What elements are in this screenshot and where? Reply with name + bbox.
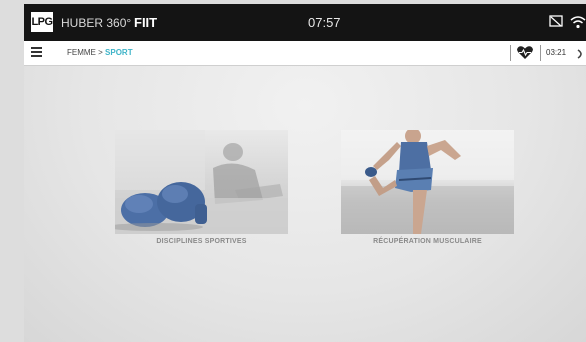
tile-label: RÉCUPÉRATION MUSCULAIRE [373,238,482,245]
tile-recuperation-musculaire[interactable]: RÉCUPÉRATION MUSCULAIRE [341,130,514,250]
breadcrumb-parent[interactable]: FEMME [67,48,96,57]
clock: 07:57 [308,15,341,30]
heart-icon[interactable] [516,45,534,65]
breadcrumb: FEMME > SPORT [67,48,133,57]
breadcrumb-separator: > [98,48,103,57]
status-icon [576,47,586,65]
athlete-stretching-image [341,130,514,234]
app-screen: LPG HUBER 360° FIIT 07:57 FEMME > SPORT [24,4,586,342]
brand-name-bold: FIIT [134,15,158,30]
lpg-logo: LPG [31,12,53,32]
divider [510,45,511,61]
boxing-gloves-image [115,130,288,234]
tile-disciplines-sportives[interactable]: DISCIPLINES SPORTIVES [115,130,288,250]
session-timer: 03:21 [546,48,567,57]
divider [540,45,541,61]
cast-icon[interactable] [549,15,563,33]
tile-label: DISCIPLINES SPORTIVES [156,238,247,245]
top-status-bar: LPG HUBER 360° FIIT 07:57 [24,4,586,41]
menu-icon[interactable] [31,47,42,58]
breadcrumb-current: SPORT [105,48,133,57]
brand-name: HUBER 360° [61,16,132,30]
wifi-icon [570,15,586,34]
navigation-bar: FEMME > SPORT 03:21 [24,41,586,66]
